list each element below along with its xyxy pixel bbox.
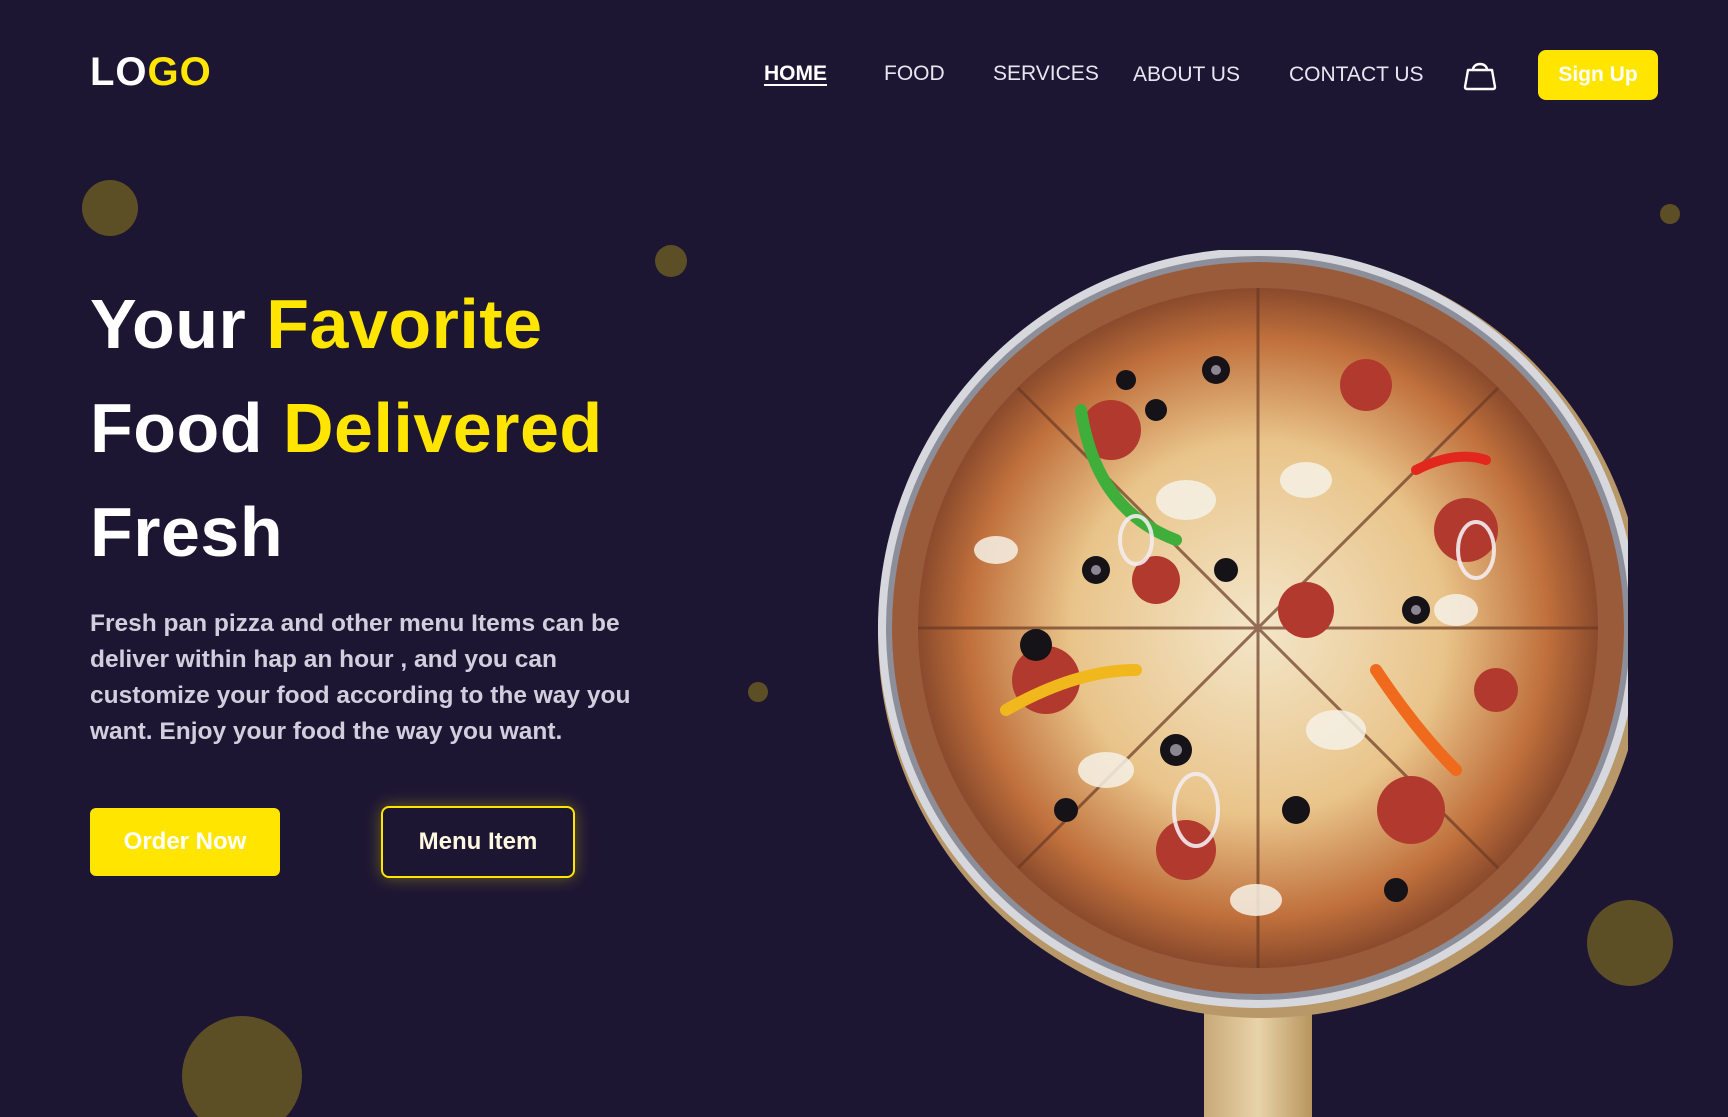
menu-item-button[interactable]: Menu Item [381, 806, 575, 878]
nav-contact-us[interactable]: CONTACT US [1289, 61, 1424, 89]
headline-word-fresh: Fresh [90, 493, 284, 571]
nav-home[interactable]: HOME [764, 60, 827, 88]
sign-up-button[interactable]: Sign Up [1538, 50, 1658, 100]
shopping-bag-icon[interactable] [1462, 56, 1498, 92]
hero-headline: Your Favorite Food Delivered Fresh [90, 272, 603, 584]
logo[interactable]: LOGO [90, 48, 212, 96]
logo-text-white: LO [90, 50, 148, 94]
nav-food[interactable]: FOOD [884, 60, 945, 88]
decor-dot-2 [655, 245, 687, 277]
decor-dot-4 [748, 682, 768, 702]
pizza-image [856, 250, 1628, 1117]
nav-services[interactable]: SERVICES [993, 60, 1099, 88]
order-now-button[interactable]: Order Now [90, 808, 280, 876]
decor-dot-5 [182, 1016, 302, 1117]
logo-text-yellow: GO [147, 50, 212, 94]
decor-dot-1 [82, 180, 138, 236]
hero-description: Fresh pan pizza and other menu Items can… [90, 610, 631, 745]
headline-word-favorite: Favorite [266, 285, 543, 363]
headline-word-your: Your [90, 285, 247, 363]
decor-dot-6 [1587, 900, 1673, 986]
landing-page: LOGO HOME FOOD SERVICES ABOUT US CONTACT… [0, 0, 1728, 1117]
nav-about-us[interactable]: ABOUT US [1133, 61, 1240, 89]
headline-word-delivered: Delivered [283, 389, 603, 467]
headline-word-food: Food [90, 389, 264, 467]
decor-dot-3 [1660, 204, 1680, 224]
